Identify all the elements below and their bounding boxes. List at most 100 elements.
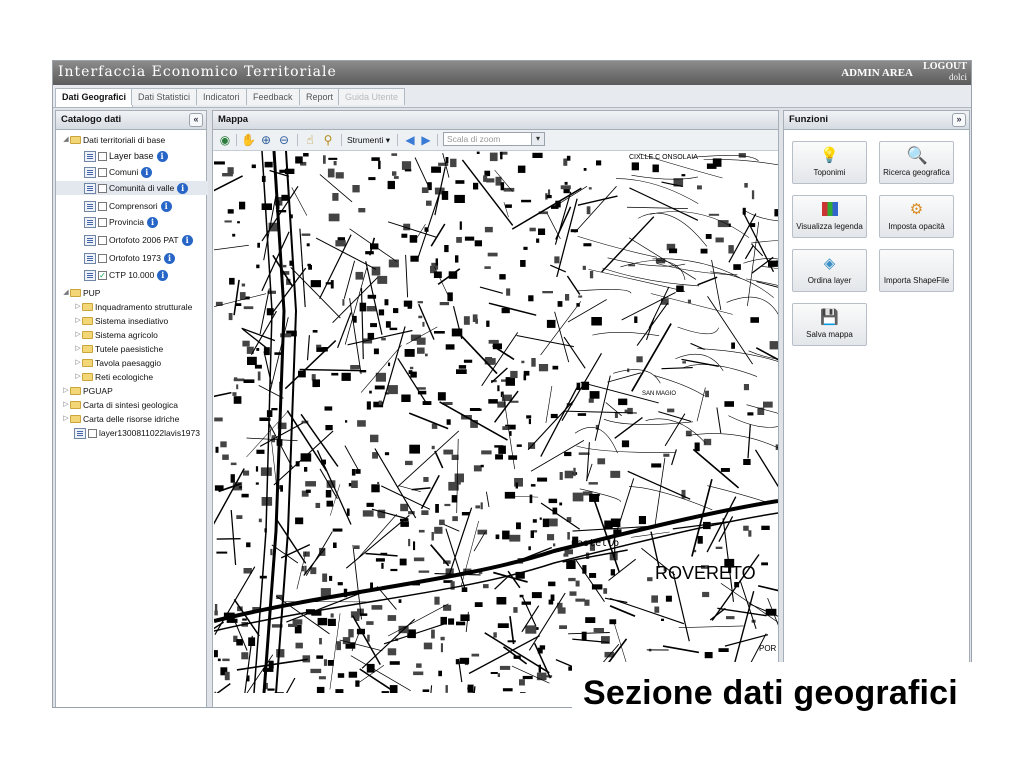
tab-feedback[interactable]: Feedback [246,88,300,105]
button-label: Imposta opacità [888,222,945,231]
tree-folder-inquadramento[interactable]: ▷ Inquadramento strutturale [74,300,192,314]
tree-label: Carta delle risorse idriche [83,414,180,424]
legend-icon [84,166,96,178]
info-icon[interactable]: i [160,200,172,212]
folder-open-icon [70,136,81,144]
pan-hand-icon[interactable]: ✋ [241,133,256,147]
logout-link[interactable]: LOGOUT [923,61,967,72]
tree-label: Tavola paesaggio [95,358,162,368]
tree-layer-ortofoto-2006[interactable]: Ortofoto 2006 PAT i [84,233,193,247]
tree-label: Carta di sintesi geologica [83,400,178,410]
collapsed-arrow-icon[interactable]: ▷ [74,314,82,328]
tab-report[interactable]: Report [299,88,341,105]
tree-layer-provincia[interactable]: Provincia i [84,215,158,229]
info-icon[interactable]: i [156,150,168,162]
map-label-por: POR [759,644,777,653]
collapsed-arrow-icon[interactable]: ▷ [62,384,70,398]
expanded-arrow-icon[interactable]: ◢ [62,286,70,300]
collapsed-arrow-icon[interactable]: ▷ [62,398,70,412]
tree-folder-carta-geologica[interactable]: ▷ Carta di sintesi geologica [62,398,178,412]
tab-dati-statistici[interactable]: Dati Statistici [131,88,198,105]
layer-checkbox[interactable] [98,167,107,177]
layer-checkbox[interactable] [88,428,97,438]
tree-folder-sistema-agricolo[interactable]: ▷ Sistema agricolo [74,328,158,342]
folder-icon [82,345,93,353]
toponimi-button[interactable]: 💡 Toponimi [792,141,867,184]
tree-label: Sistema insediativo [95,316,169,326]
imposta-opacita-button[interactable]: ⚙ Imposta opacità [879,195,954,238]
layer-checkbox[interactable] [98,253,107,263]
legend-icon [84,252,96,264]
layer-checkbox-checked[interactable]: ✓ [98,270,107,280]
layer-checkbox[interactable] [98,217,107,227]
legend-icon [821,202,838,216]
tree-folder-risorse-idriche[interactable]: ▷ Carta delle risorse idriche [62,412,179,426]
folder-icon [82,317,93,325]
functions-panel: Funzioni » 💡 Toponimi 🔍 Ricerca geografi… [783,110,970,707]
collapsed-arrow-icon[interactable]: ▷ [74,342,82,356]
tab-indicatori[interactable]: Indicatori [196,88,247,105]
collapse-left-icon[interactable]: « [189,113,203,127]
collapsed-arrow-icon[interactable]: ▷ [62,412,70,426]
map-canvas[interactable]: Castello ROVERETO CIXLLE C ONSOLAIA SAN … [214,151,778,693]
legend-icon [84,182,96,194]
strumenti-menu[interactable]: Strumenti ▾ [347,135,390,146]
tree-layer-layer-base[interactable]: Layer base i [84,149,168,163]
tree-folder-sistema-insediativo[interactable]: ▷ Sistema insediativo [74,314,168,328]
layer-checkbox[interactable] [98,201,107,211]
button-label: Ordina layer [807,276,852,285]
tree-label: Dati territoriali di base [83,135,166,145]
tree-layer-comprensori[interactable]: Comprensori i [84,199,172,213]
tree-layer-ortofoto-1973[interactable]: Ortofoto 1973 i [84,251,175,265]
collapsed-arrow-icon[interactable]: ▷ [74,300,82,314]
tree-folder-dati-territoriali[interactable]: ◢ Dati territoriali di base [62,133,165,147]
tree-folder-reti-ecologiche[interactable]: ▷ Reti ecologiche [74,370,153,384]
tree-layer-ctp-10000[interactable]: ✓ CTP 10.000 i [84,268,169,282]
tab-guida-utente: Guida Utente [338,88,406,105]
tree-folder-pguap[interactable]: ▷ PGUAP [62,384,112,398]
forward-icon[interactable]: ▶ [419,133,433,147]
tree-layer-lavis1973[interactable]: layer1300811022lavis1973 [74,426,200,440]
collapse-right-icon[interactable]: » [952,113,966,127]
collapsed-arrow-icon[interactable]: ▷ [74,328,82,342]
chevron-down-icon[interactable]: ▾ [531,133,544,145]
info-icon[interactable]: i [181,234,193,246]
salva-mappa-button[interactable]: 💾 Salva mappa [792,303,867,346]
info-icon[interactable]: i [163,252,175,264]
zoom-in-icon[interactable]: ⊕ [259,133,273,147]
map-image: Castello ROVERETO CIXLLE C ONSOLAIA SAN … [214,151,778,693]
tree-folder-tavola-paesaggio[interactable]: ▷ Tavola paesaggio [74,356,161,370]
layer-checkbox[interactable] [98,183,107,193]
identify-icon[interactable]: ☝ [303,133,317,147]
importa-shapefile-button[interactable]: Importa ShapeFile [879,249,954,292]
save-icon: 💾 [820,309,839,326]
layer-checkbox[interactable] [98,151,107,161]
functions-title: Funzioni [789,114,829,125]
map-label-top: CIXLLE C ONSOLAIA [629,154,698,161]
collapsed-arrow-icon[interactable]: ▷ [74,356,82,370]
visualizza-legenda-button[interactable]: Visualizza legenda [792,195,867,238]
app-title: Interfaccia Economico Territoriale [58,64,337,80]
collapsed-arrow-icon[interactable]: ▷ [74,370,82,384]
tab-dati-geografici[interactable]: Dati Geografici [55,88,134,107]
globe-icon[interactable]: ◉ [218,133,232,147]
ordina-layer-button[interactable]: ◈ Ordina layer [792,249,867,292]
back-icon[interactable]: ◀ [403,133,417,147]
info-icon[interactable]: i [141,166,153,178]
info-icon[interactable]: i [157,269,169,281]
info-icon[interactable]: i [177,182,189,194]
info-icon[interactable]: i [146,216,158,228]
tree-label: Reti ecologiche [95,372,154,382]
tree-folder-pup[interactable]: ◢ PUP [62,286,100,300]
layer-checkbox[interactable] [98,235,107,245]
ricerca-geografica-button[interactable]: 🔍 Ricerca geografica [879,141,954,184]
map-label-rovereto: ROVERETO [655,563,756,583]
zoom-out-icon[interactable]: ⊖ [277,133,291,147]
tree-layer-comunita-di-valle[interactable]: Comunità di valle i [56,181,208,195]
tree-folder-tutele[interactable]: ▷ Tutele paesistiche [74,342,163,356]
admin-area-link[interactable]: ADMIN AREA [841,67,913,79]
zoom-scale-select[interactable]: Scala di zoom ▾ [443,132,545,146]
expanded-arrow-icon[interactable]: ◢ [62,133,70,147]
query-icon[interactable]: ⚲ [321,133,335,147]
tree-layer-comuni[interactable]: Comuni i [84,165,153,179]
